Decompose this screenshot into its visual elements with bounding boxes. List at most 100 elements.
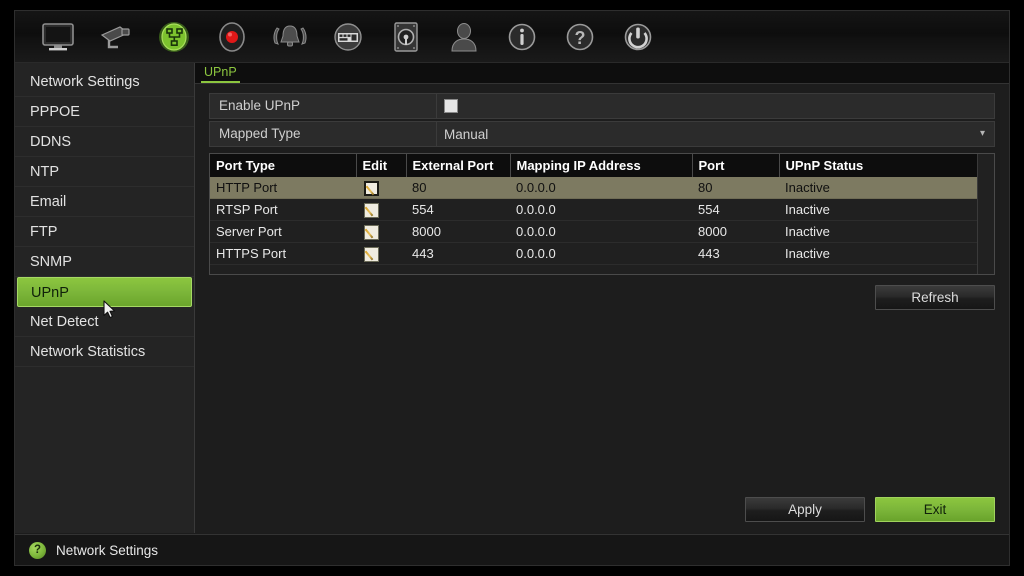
sidebar-item-label: UPnP [31,285,69,301]
enable-upnp-row: Enable UPnP [209,93,995,119]
cell-port-type: HTTP Port [210,177,356,199]
column-header-port: Port [692,154,780,177]
edit-icon[interactable] [364,246,379,262]
cell-port: 8000 [692,220,779,243]
monitor-icon[interactable] [29,14,87,60]
power-icon[interactable] [609,14,667,60]
sidebar-item-label: Network Statistics [30,344,146,360]
exit-button[interactable]: Exit [875,497,995,522]
user-icon[interactable] [435,14,493,60]
bottom-button-row: Apply Exit [745,497,995,522]
sidebar-item-net-detect[interactable]: Net Detect [15,307,194,337]
chevron-down-icon[interactable]: ▾ [980,129,985,139]
table-row[interactable]: Server Port 8000 0.0.0.0 8000 Inactive [210,220,977,243]
cell-port-type: RTSP Port [210,198,356,221]
cell-upnp-status: Inactive [779,177,977,199]
tab-upnp[interactable]: UPnP [201,64,240,83]
column-header-port-type: Port Type [210,154,357,177]
sidebar-item-upnp[interactable]: UPnP [17,277,192,307]
sidebar-item-label: SNMP [30,254,72,270]
cell-edit[interactable] [356,198,406,221]
cell-upnp-status: Inactive [779,198,977,221]
table-header-row: Port Type Edit External Port Mapping IP … [210,154,977,177]
cell-port: 443 [692,242,779,265]
upnp-pane: Enable UPnP Mapped Type Manual ▾ Port Ty… [195,85,1009,533]
sidebar-item-email[interactable]: Email [15,187,194,217]
table-scrollbar[interactable] [977,154,994,274]
camera-icon[interactable] [87,14,145,60]
info-icon[interactable] [493,14,551,60]
app-window: ? Network Settings PPPOE DDNS NTP Email [14,10,1010,566]
top-toolbar: ? [15,11,1009,63]
status-bar: ? Network Settings [15,534,1009,565]
cell-mapping-ip: 0.0.0.0 [510,220,692,243]
refresh-button[interactable]: Refresh [875,285,995,310]
table-row[interactable]: RTSP Port 554 0.0.0.0 554 Inactive [210,198,977,221]
cell-port-type: HTTPS Port [210,242,356,265]
alarm-bell-icon[interactable] [261,14,319,60]
cell-mapping-ip: 0.0.0.0 [510,177,692,199]
table-row[interactable]: HTTPS Port 443 0.0.0.0 443 Inactive [210,242,977,265]
cell-edit[interactable] [356,177,406,199]
sidebar-item-label: Network Settings [30,74,140,90]
main-body: Network Settings PPPOE DDNS NTP Email FT… [15,63,1009,533]
apply-button[interactable]: Apply [745,497,865,522]
cell-external-port: 554 [406,198,510,221]
help-status-icon[interactable]: ? [29,541,46,559]
enable-upnp-checkbox[interactable] [444,99,458,113]
sidebar-item-label: Net Detect [30,314,99,330]
cell-mapping-ip: 0.0.0.0 [510,242,692,265]
cell-port: 554 [692,198,779,221]
edit-icon[interactable] [364,180,379,196]
help-icon[interactable]: ? [551,14,609,60]
cell-upnp-status: Inactive [779,242,977,265]
table-row[interactable]: HTTP Port 80 0.0.0.0 80 Inactive [210,177,977,199]
sidebar-item-label: PPPOE [30,104,80,120]
network-icon[interactable] [145,14,203,60]
sidebar-item-network-settings[interactable]: Network Settings [15,67,194,97]
mapped-type-value: Manual [444,126,489,142]
enable-upnp-value [437,93,995,119]
sidebar-item-pppoe[interactable]: PPPOE [15,97,194,127]
edit-icon[interactable] [364,202,379,218]
column-header-upnp-status: UPnP Status [779,154,977,177]
edit-icon[interactable] [364,224,379,240]
cell-external-port: 8000 [406,220,510,243]
sidebar-item-label: FTP [30,224,58,240]
sidebar-item-network-statistics[interactable]: Network Statistics [15,337,194,367]
refresh-row: Refresh [209,285,995,310]
cell-port-type: Server Port [210,220,356,243]
enable-upnp-label: Enable UPnP [209,93,437,119]
mapped-type-select[interactable]: Manual ▾ [437,121,995,147]
sidebar-item-ntp[interactable]: NTP [15,157,194,187]
sidebar: Network Settings PPPOE DDNS NTP Email FT… [15,63,195,533]
cell-external-port: 80 [406,177,510,199]
mapped-type-row: Mapped Type Manual ▾ [209,121,995,147]
sidebar-item-ftp[interactable]: FTP [15,217,194,247]
cell-mapping-ip: 0.0.0.0 [510,198,692,221]
sidebar-item-label: NTP [30,164,59,180]
device-icon[interactable] [319,14,377,60]
mapped-type-label: Mapped Type [209,121,437,147]
screen: ? Network Settings PPPOE DDNS NTP Email [0,0,1024,576]
sidebar-item-ddns[interactable]: DDNS [15,127,194,157]
svg-text:?: ? [575,28,586,48]
port-mapping-table-body: Port Type Edit External Port Mapping IP … [210,154,977,274]
cell-external-port: 443 [406,242,510,265]
cell-port: 80 [692,177,779,199]
column-header-edit: Edit [356,154,407,177]
column-header-external-port: External Port [406,154,511,177]
record-icon[interactable] [203,14,261,60]
status-bar-text: Network Settings [56,542,159,558]
cell-upnp-status: Inactive [779,220,977,243]
column-header-mapping-ip: Mapping IP Address [510,154,693,177]
cell-edit[interactable] [356,220,406,243]
port-mapping-table: Port Type Edit External Port Mapping IP … [209,153,995,275]
tab-bar: UPnP [195,63,1009,84]
sidebar-item-label: Email [30,194,67,210]
content-pane: UPnP Enable UPnP Mapped Type Manual ▾ Po… [195,63,1009,533]
sidebar-item-label: DDNS [30,134,72,150]
cell-edit[interactable] [356,242,406,265]
hdd-icon[interactable] [377,14,435,60]
sidebar-item-snmp[interactable]: SNMP [15,247,194,277]
